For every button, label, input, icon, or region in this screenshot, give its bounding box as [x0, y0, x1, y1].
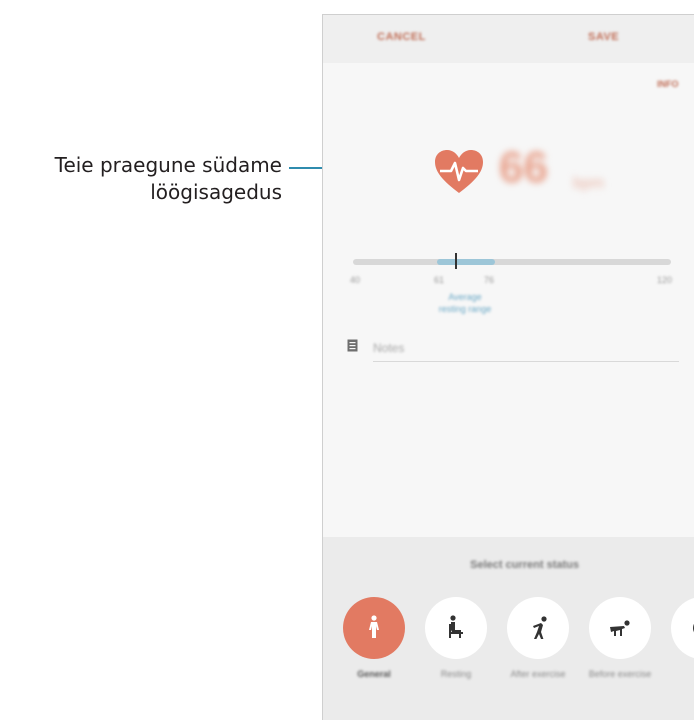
range-max-tick: 120	[657, 275, 673, 285]
status-title: Select current status	[470, 559, 579, 571]
annotation-text: Teie praegune südame löögisagedus	[0, 152, 282, 206]
notes-field[interactable]: Notes	[373, 341, 404, 355]
heart-rate-range-track	[353, 259, 671, 265]
status-general-label: General	[357, 669, 391, 679]
heart-rate-unit: bpm	[573, 175, 605, 192]
status-general-button[interactable]	[343, 597, 405, 659]
range-label-line-1: Average	[448, 292, 482, 302]
notes-icon	[347, 339, 358, 352]
heart-rate-icon	[435, 150, 483, 193]
cancel-button[interactable]: CANCEL	[377, 31, 426, 43]
status-resting-label: Resting	[440, 669, 472, 679]
standing-person-icon	[369, 615, 379, 638]
status-before-exercise-button[interactable]	[589, 597, 651, 659]
status-partial-label: T	[667, 669, 694, 680]
status-after-exercise-label: After exercise	[510, 669, 566, 679]
range-low-tick: 61	[434, 275, 445, 285]
current-rate-marker	[455, 253, 457, 269]
crouching-person-icon	[610, 620, 630, 636]
heart-rate-value: 66	[499, 143, 548, 192]
sitting-person-icon	[449, 615, 463, 638]
status-after-exercise-button[interactable]	[507, 597, 569, 659]
top-action-bar: CANCEL SAVE	[323, 15, 694, 63]
annotation-line-2: löögisagedus	[150, 180, 282, 204]
phone-screen: CANCEL SAVE INFO 66 bpm 40 61 76 120 Ave…	[322, 14, 694, 720]
range-label-line-2: resting range	[438, 304, 492, 314]
average-resting-range-label: Average resting range	[420, 291, 510, 315]
status-panel: Select current status General Resting Af…	[323, 537, 694, 720]
partial-status-icon	[693, 623, 694, 633]
notes-underline	[373, 361, 679, 362]
status-partial-button[interactable]	[671, 597, 694, 659]
status-before-exercise-label: Before exercise	[588, 669, 652, 679]
bent-person-icon	[533, 616, 547, 639]
average-resting-range-bar	[437, 259, 495, 265]
range-min-tick: 40	[350, 275, 361, 285]
annotation-line-1: Teie praegune südame	[54, 153, 282, 177]
info-button[interactable]: INFO	[657, 79, 679, 89]
status-resting-button[interactable]	[425, 597, 487, 659]
save-button[interactable]: SAVE	[588, 31, 619, 43]
range-high-tick: 76	[484, 275, 495, 285]
